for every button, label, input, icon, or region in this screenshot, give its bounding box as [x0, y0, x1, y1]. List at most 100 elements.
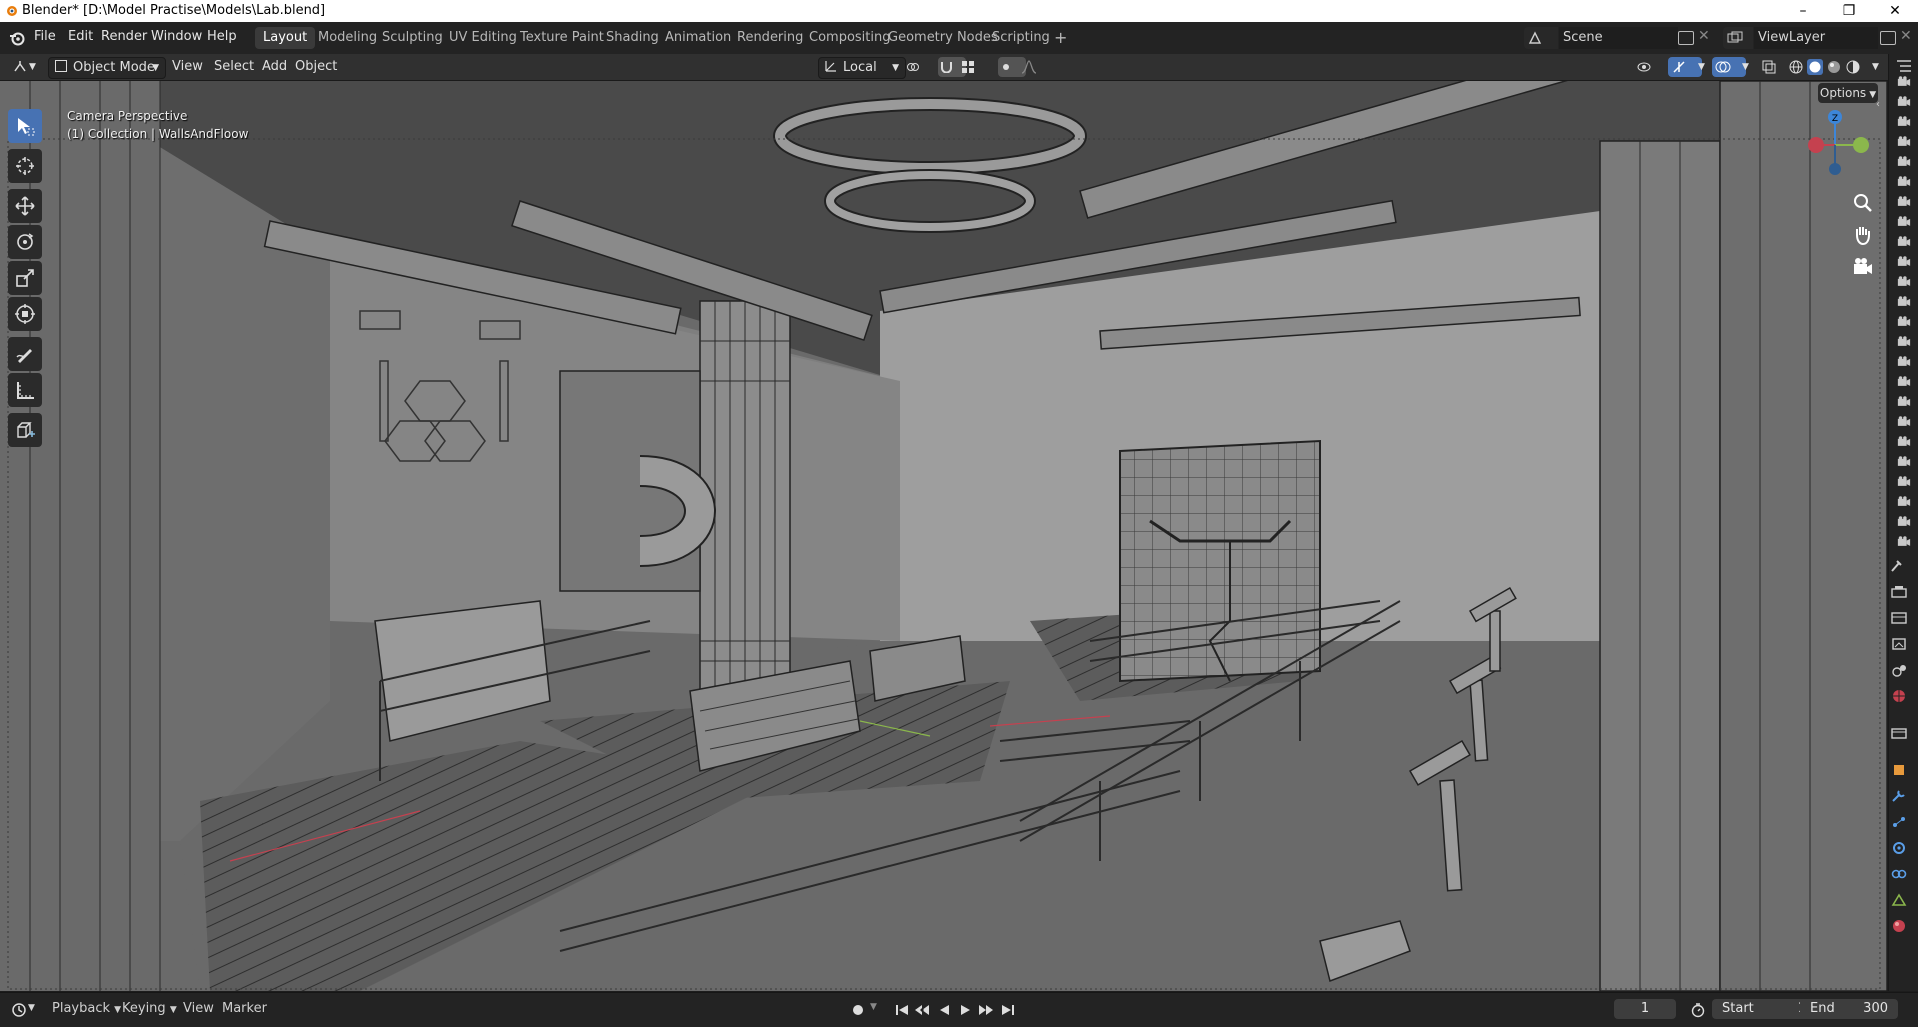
overlays-dropdown[interactable]: ▼: [1736, 57, 1760, 77]
render-toggle-icon[interactable]: [1897, 76, 1911, 87]
end-frame-field[interactable]: End 300: [1800, 999, 1898, 1019]
tool-properties-icon[interactable]: [1889, 559, 1909, 573]
minimize-button[interactable]: –: [1780, 0, 1826, 22]
jump-to-keyframe-back-icon[interactable]: [914, 1002, 930, 1018]
options-button[interactable]: Options ▼: [1818, 83, 1878, 103]
constraint-properties-icon[interactable]: [1889, 867, 1909, 881]
render-toggle-icon[interactable]: [1897, 376, 1911, 387]
render-toggle-icon[interactable]: [1897, 296, 1911, 307]
close-button[interactable]: ✕: [1872, 0, 1918, 22]
render-toggle-icon[interactable]: [1897, 196, 1911, 207]
render-toggle-icon[interactable]: [1897, 536, 1911, 547]
solid-shading-icon[interactable]: [1807, 59, 1823, 75]
zoom-view-button[interactable]: [1851, 191, 1875, 215]
tool-transform[interactable]: [8, 297, 42, 331]
collection-properties-icon[interactable]: [1889, 726, 1909, 740]
render-toggle-icon[interactable]: [1897, 156, 1911, 167]
tool-add-cube[interactable]: [8, 413, 42, 447]
jump-to-end-icon[interactable]: [1000, 1002, 1016, 1018]
output-properties-icon[interactable]: [1889, 611, 1909, 625]
tool-move[interactable]: [8, 189, 42, 223]
maximize-button[interactable]: ❐: [1826, 0, 1872, 22]
blender-menu-icon[interactable]: [9, 30, 25, 46]
scene-properties-icon[interactable]: [1889, 663, 1909, 677]
render-toggle-icon[interactable]: [1897, 316, 1911, 327]
scene-name-field[interactable]: Scene: [1559, 27, 1678, 49]
viewport-menu-select[interactable]: Select: [208, 57, 260, 77]
transform-orientation-selector[interactable]: Local ▼: [818, 57, 906, 79]
material-shading-icon[interactable]: [1826, 59, 1842, 75]
render-properties-icon[interactable]: [1889, 585, 1909, 599]
render-toggle-icon[interactable]: [1897, 456, 1911, 467]
render-toggle-icon[interactable]: [1897, 436, 1911, 447]
modifier-properties-icon[interactable]: [1889, 789, 1909, 803]
object-properties-icon[interactable]: [1889, 763, 1909, 777]
pan-view-button[interactable]: [1851, 223, 1875, 247]
navigation-gizmo[interactable]: Z: [1800, 105, 1870, 185]
keying-set-dropdown[interactable]: ▼: [870, 1002, 877, 1012]
render-toggle-icon[interactable]: [1897, 416, 1911, 427]
physics-properties-icon[interactable]: [1889, 841, 1909, 855]
material-properties-icon[interactable]: [1889, 919, 1909, 933]
tool-select-box[interactable]: [8, 109, 42, 143]
camera-view-button[interactable]: [1851, 255, 1875, 279]
render-toggle-icon[interactable]: [1897, 96, 1911, 107]
viewlayer-browse-button[interactable]: [1723, 27, 1753, 49]
add-workspace-button[interactable]: +: [1046, 27, 1075, 49]
tab-sculpting[interactable]: Sculpting: [374, 27, 451, 49]
shading-dropdown[interactable]: ▼: [1866, 57, 1890, 77]
current-frame-field[interactable]: 1: [1614, 999, 1676, 1019]
render-toggle-icon[interactable]: [1897, 216, 1911, 227]
proportional-falloff-button[interactable]: [1018, 57, 1054, 77]
play-reverse-icon[interactable]: [936, 1002, 952, 1018]
render-toggle-icon[interactable]: [1897, 496, 1911, 507]
new-viewlayer-icon[interactable]: [1880, 31, 1896, 45]
wireframe-shading-icon[interactable]: [1788, 59, 1804, 75]
jump-to-keyframe-forward-icon[interactable]: [978, 1002, 994, 1018]
render-toggle-icon[interactable]: [1897, 276, 1911, 287]
render-toggle-icon[interactable]: [1897, 236, 1911, 247]
particle-properties-icon[interactable]: [1889, 815, 1909, 829]
tab-texture-paint[interactable]: Texture Paint: [512, 27, 612, 49]
tab-animation[interactable]: Animation: [657, 27, 739, 49]
render-toggle-icon[interactable]: [1897, 516, 1911, 527]
render-toggle-icon[interactable]: [1897, 176, 1911, 187]
snap-target-button[interactable]: [958, 57, 998, 77]
render-toggle-icon[interactable]: [1897, 116, 1911, 127]
render-toggle-icon[interactable]: [1897, 336, 1911, 347]
menu-window[interactable]: Window: [151, 29, 202, 44]
menu-help[interactable]: Help: [207, 29, 237, 44]
new-scene-icon[interactable]: [1678, 31, 1694, 45]
viewport-menu-view[interactable]: View: [166, 57, 209, 77]
tool-cursor[interactable]: [8, 149, 42, 183]
auto-keying-toggle[interactable]: [850, 1002, 866, 1018]
play-icon[interactable]: [958, 1002, 974, 1018]
viewlayer-name-field[interactable]: ViewLayer: [1754, 27, 1878, 49]
render-toggle-icon[interactable]: [1897, 396, 1911, 407]
tool-measure[interactable]: [8, 373, 42, 407]
editor-type-button[interactable]: ▼: [8, 57, 50, 77]
viewport-menu-add[interactable]: Add: [256, 57, 293, 77]
mode-selector[interactable]: Object Mode ▼: [48, 57, 166, 79]
timeline-editor-type-button[interactable]: ▼: [10, 1000, 38, 1020]
rendered-shading-icon[interactable]: [1845, 59, 1861, 75]
timeline-menu-keying[interactable]: Keying ▼: [122, 1001, 177, 1016]
viewport-menu-object[interactable]: Object: [289, 57, 343, 77]
data-properties-icon[interactable]: [1889, 893, 1909, 907]
view-layer-properties-icon[interactable]: [1889, 637, 1909, 651]
delete-viewlayer-icon[interactable]: ✕: [1900, 28, 1912, 44]
sidebar-toggle-icon[interactable]: ‹: [1876, 99, 1880, 110]
menu-edit[interactable]: Edit: [68, 29, 93, 44]
render-toggle-icon[interactable]: [1897, 476, 1911, 487]
preview-range-toggle[interactable]: [1690, 1002, 1706, 1018]
menu-file[interactable]: File: [34, 29, 56, 44]
render-toggle-icon[interactable]: [1897, 356, 1911, 367]
timeline-menu-view[interactable]: View: [183, 1001, 214, 1016]
tool-annotate[interactable]: [8, 337, 42, 371]
tool-rotate[interactable]: [8, 225, 42, 259]
tool-scale[interactable]: [8, 261, 42, 295]
scene-browse-button[interactable]: [1524, 27, 1558, 49]
timeline-menu-marker[interactable]: Marker: [222, 1001, 267, 1016]
3d-viewport[interactable]: Camera Perspective (1) Collection | Wall…: [0, 81, 1887, 991]
render-toggle-icon[interactable]: [1897, 256, 1911, 267]
